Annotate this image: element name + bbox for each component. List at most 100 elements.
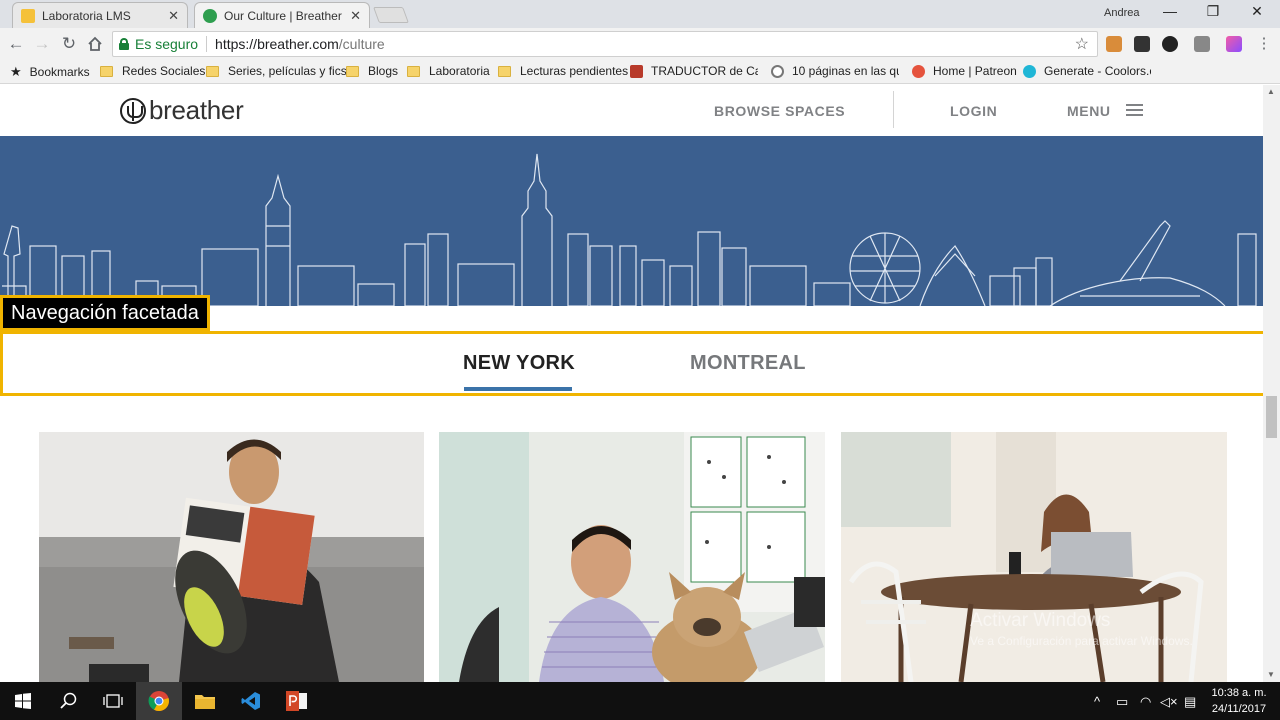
folder-icon bbox=[407, 65, 420, 77]
wifi-icon[interactable]: ◠ bbox=[1140, 694, 1151, 710]
tab-title: Our Culture | Breather bbox=[224, 8, 342, 23]
browser-tabstrip: Laboratoria LMS ✕ Our Culture | Breather… bbox=[0, 0, 1280, 28]
search-icon bbox=[60, 692, 77, 709]
bookmark-item[interactable]: ★ Bookmarks bbox=[10, 64, 90, 80]
bookmark-label: Generate - Coolors.cc bbox=[1044, 64, 1151, 78]
close-window-button[interactable]: ✕ bbox=[1242, 3, 1272, 20]
extension-adblock-icon[interactable] bbox=[1162, 36, 1178, 52]
powerpoint-icon bbox=[286, 691, 307, 711]
folder-icon bbox=[195, 695, 215, 709]
scroll-up-arrow-icon[interactable]: ▲ bbox=[1267, 87, 1275, 96]
lock-icon[interactable] bbox=[119, 38, 129, 50]
tab-laboratoria-lms[interactable]: Laboratoria LMS ✕ bbox=[12, 2, 188, 28]
omnibox-divider bbox=[206, 36, 208, 52]
bookmark-item[interactable]: Generate - Coolors.cc bbox=[1023, 64, 1151, 78]
chrome-menu-icon[interactable]: ⋮ bbox=[1254, 34, 1274, 54]
bookmark-label: Blogs bbox=[368, 64, 399, 78]
login-link[interactable]: LOGIN bbox=[950, 103, 997, 119]
extension-eyedropper-icon[interactable] bbox=[1134, 36, 1150, 52]
bookmark-label: Home | Patreon bbox=[933, 64, 1017, 78]
close-tab-icon[interactable]: ✕ bbox=[168, 8, 179, 24]
show-hidden-icons-icon[interactable]: ^ bbox=[1094, 694, 1100, 709]
chrome-taskbar-button[interactable] bbox=[136, 682, 182, 720]
coolors-icon bbox=[1023, 64, 1036, 78]
start-button[interactable] bbox=[0, 682, 46, 720]
bookmark-item[interactable]: Home | Patreon bbox=[912, 64, 1017, 78]
menu-link[interactable]: MENU bbox=[1067, 103, 1111, 119]
search-button[interactable] bbox=[46, 682, 92, 720]
task-view-icon bbox=[103, 694, 123, 708]
hamburger-menu-icon[interactable] bbox=[1126, 104, 1143, 116]
tab-our-culture[interactable]: Our Culture | Breather ✕ bbox=[194, 2, 370, 28]
address-bar[interactable]: Es seguro https://breather.com/culture ☆ bbox=[112, 31, 1098, 57]
clock-time: 10:38 a. m. bbox=[1211, 687, 1267, 699]
bookmark-star-icon[interactable]: ☆ bbox=[1075, 34, 1089, 54]
photo-man-reading-magazine[interactable] bbox=[39, 432, 424, 682]
battery-icon[interactable]: ▭ bbox=[1116, 694, 1128, 710]
bookmark-folder[interactable]: Lecturas pendientes bbox=[498, 64, 628, 78]
powerpoint-taskbar-button[interactable] bbox=[274, 682, 320, 720]
breather-favicon-icon bbox=[203, 8, 217, 23]
page-scrollbar[interactable]: ▲ ▼ bbox=[1263, 85, 1280, 682]
photo-man-with-dog[interactable] bbox=[439, 432, 825, 682]
chrome-icon bbox=[148, 691, 169, 712]
logo-text: breather bbox=[149, 95, 244, 125]
skyline-illustration bbox=[2, 153, 1257, 306]
folder-icon bbox=[346, 65, 359, 77]
bookmark-item[interactable]: 10 páginas en las qu bbox=[771, 64, 899, 78]
file-explorer-taskbar-button[interactable] bbox=[182, 682, 228, 720]
profile-name[interactable]: Andrea bbox=[1104, 7, 1139, 19]
patreon-icon bbox=[912, 64, 925, 78]
bookmark-folder[interactable]: Laboratoria bbox=[407, 64, 490, 78]
tab-montreal[interactable]: MONTREAL bbox=[690, 352, 806, 375]
vscode-taskbar-button[interactable] bbox=[228, 682, 274, 720]
extension-bookmark-icon[interactable] bbox=[1106, 36, 1122, 52]
folder-icon bbox=[498, 65, 511, 77]
watermark-subtitle: Ve a Configuración para activar Windows. bbox=[970, 634, 1193, 648]
activate-windows-watermark: Activar Windows Ve a Configuración para … bbox=[970, 610, 1193, 648]
star-icon: ★ bbox=[10, 64, 22, 79]
volume-muted-icon[interactable]: ◁× bbox=[1160, 694, 1178, 710]
reload-icon[interactable]: ↻ bbox=[59, 34, 79, 54]
watermark-title: Activar Windows bbox=[970, 610, 1111, 631]
browser-toolbar: ← → ↻ Es seguro https://breather.com/cul… bbox=[0, 28, 1280, 60]
bookmark-label: 10 páginas en las qu bbox=[792, 64, 899, 78]
close-tab-icon[interactable]: ✕ bbox=[350, 8, 361, 24]
maximize-window-button[interactable]: ❐ bbox=[1198, 3, 1228, 20]
scrollbar-thumb[interactable] bbox=[1266, 396, 1277, 438]
system-clock[interactable]: 10:38 a. m. 24/11/2017 bbox=[1204, 685, 1274, 717]
bookmark-label: Redes Sociales bbox=[122, 64, 206, 78]
bookmark-folder[interactable]: Redes Sociales bbox=[100, 64, 205, 78]
bookmark-label: Laboratoria bbox=[429, 64, 490, 78]
scroll-down-arrow-icon[interactable]: ▼ bbox=[1267, 670, 1275, 679]
url-host[interactable]: https://breather.com bbox=[215, 36, 339, 52]
city-skyline-banner bbox=[0, 136, 1263, 306]
tab-new-york[interactable]: NEW YORK bbox=[463, 352, 575, 375]
nav-divider bbox=[893, 91, 894, 128]
vscode-icon bbox=[241, 692, 260, 710]
bookmark-label: Bookmarks bbox=[29, 65, 90, 79]
task-view-button[interactable] bbox=[90, 682, 136, 720]
webpage: breather BROWSE SPACES LOGIN MENU Navega… bbox=[0, 85, 1280, 682]
home-icon[interactable] bbox=[85, 34, 105, 57]
active-tab-indicator bbox=[464, 387, 572, 391]
bookmark-label: Series, películas y fics bbox=[228, 64, 347, 78]
bookmark-label: Lecturas pendientes bbox=[520, 64, 629, 78]
breather-logo[interactable]: breather bbox=[120, 95, 244, 126]
folder-icon bbox=[100, 65, 113, 77]
action-center-icon[interactable]: ▤ bbox=[1184, 694, 1196, 710]
extension-colors-icon[interactable] bbox=[1226, 36, 1242, 52]
bookmark-item[interactable]: TRADUCTOR de Cam bbox=[630, 64, 758, 78]
bookmark-label: TRADUCTOR de Cam bbox=[651, 64, 758, 78]
bookmark-folder[interactable]: Series, películas y fics bbox=[206, 64, 347, 78]
forward-arrow-icon[interactable]: → bbox=[32, 34, 52, 54]
bookmark-folder[interactable]: Blogs bbox=[346, 64, 398, 78]
url-path[interactable]: /culture bbox=[339, 36, 385, 52]
extension-camera-icon[interactable] bbox=[1194, 36, 1210, 52]
minimize-window-button[interactable]: — bbox=[1155, 3, 1185, 19]
windows-logo-icon bbox=[15, 693, 31, 709]
back-arrow-icon[interactable]: ← bbox=[6, 34, 26, 54]
new-tab-button[interactable] bbox=[373, 7, 409, 23]
secure-label[interactable]: Es seguro bbox=[135, 36, 198, 52]
browse-spaces-link[interactable]: BROWSE SPACES bbox=[714, 103, 845, 119]
